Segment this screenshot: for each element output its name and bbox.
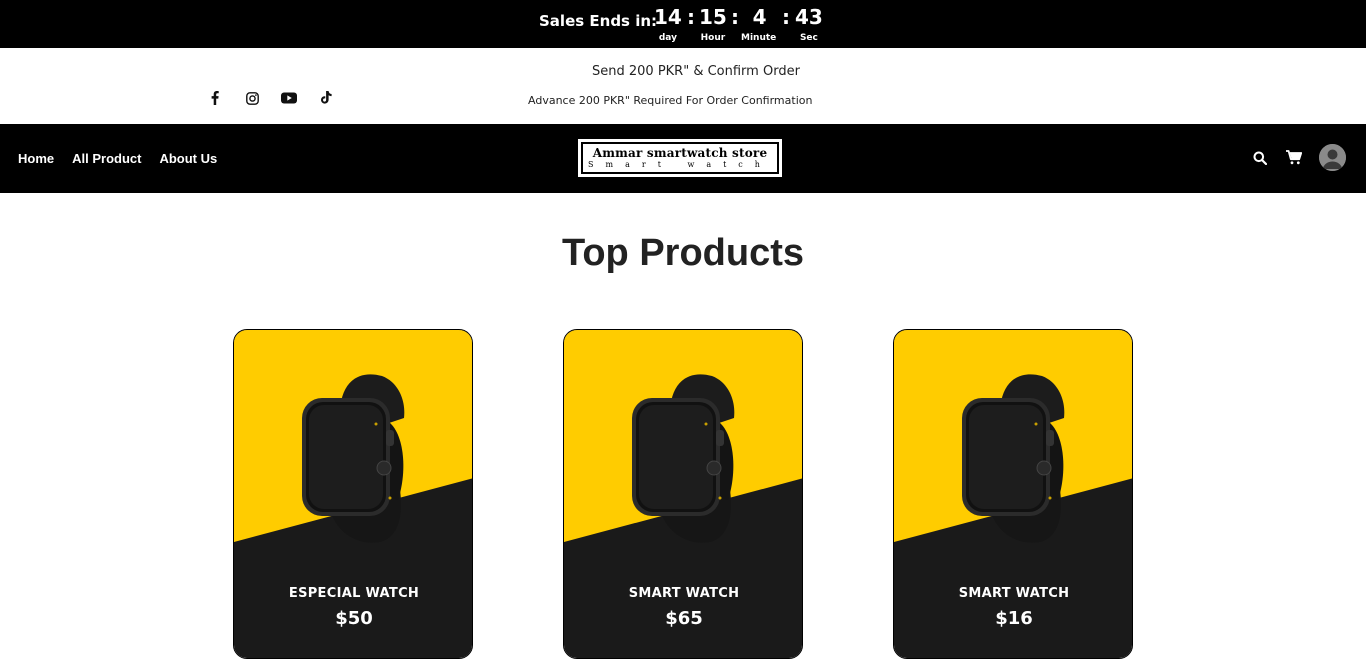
product-image[interactable] <box>960 370 1072 546</box>
countdown-separator: : <box>731 5 739 29</box>
logo-title: Ammar smartwatch store <box>592 146 768 160</box>
nav-actions <box>1251 144 1346 171</box>
product-price: $16 <box>995 608 1033 629</box>
cart-icon[interactable] <box>1285 149 1303 167</box>
product-name[interactable]: SMART WATCH <box>894 586 1132 601</box>
product-card[interactable]: ESPECIAL WATCH $50 <box>233 329 473 659</box>
youtube-icon[interactable] <box>280 90 298 106</box>
instagram-icon[interactable] <box>243 90 261 106</box>
social-links <box>206 90 335 106</box>
main-navbar: Home All Product About Us Ammar smartwat… <box>0 124 1366 193</box>
search-icon[interactable] <box>1251 149 1269 167</box>
sale-label: Sales Ends in: <box>539 12 658 30</box>
logo-subtitle: Smart watch <box>588 160 772 169</box>
nav-all-product[interactable]: All Product <box>72 151 141 166</box>
nav-about-us[interactable]: About Us <box>159 151 217 166</box>
product-name[interactable]: ESPECIAL WATCH <box>234 586 472 601</box>
user-avatar[interactable] <box>1319 144 1346 171</box>
nav-home[interactable]: Home <box>18 151 54 166</box>
product-card[interactable]: SMART WATCH $16 <box>893 329 1133 659</box>
countdown-separator: : <box>782 5 790 29</box>
product-card[interactable]: SMART WATCH $65 <box>563 329 803 659</box>
info-bar: Send 200 PKR" & Confirm Order Advance 20… <box>0 48 1366 124</box>
product-price: $65 <box>665 608 703 629</box>
nav-links: Home All Product About Us <box>18 151 217 166</box>
product-image[interactable] <box>630 370 742 546</box>
countdown-seconds: 43 Sec <box>795 5 823 43</box>
product-name[interactable]: SMART WATCH <box>564 586 802 601</box>
countdown-hours: 15 Hour <box>699 5 727 43</box>
countdown-days: 14 day <box>654 5 682 43</box>
countdown-minutes: 4 Minute <box>741 5 777 43</box>
tiktok-icon[interactable] <box>317 90 335 106</box>
info-headline: Send 200 PKR" & Confirm Order <box>592 64 800 79</box>
product-image[interactable] <box>300 370 412 546</box>
countdown-separator: : <box>687 5 695 29</box>
info-subline: Advance 200 PKR" Required For Order Conf… <box>528 94 813 107</box>
product-price: $50 <box>335 608 373 629</box>
facebook-icon[interactable] <box>206 90 224 106</box>
sale-countdown-bar: Sales Ends in: 14 day : 15 Hour : 4 Minu… <box>0 0 1366 48</box>
store-logo[interactable]: Ammar smartwatch store Smart watch <box>578 139 782 177</box>
section-title: Top Products <box>561 232 805 274</box>
